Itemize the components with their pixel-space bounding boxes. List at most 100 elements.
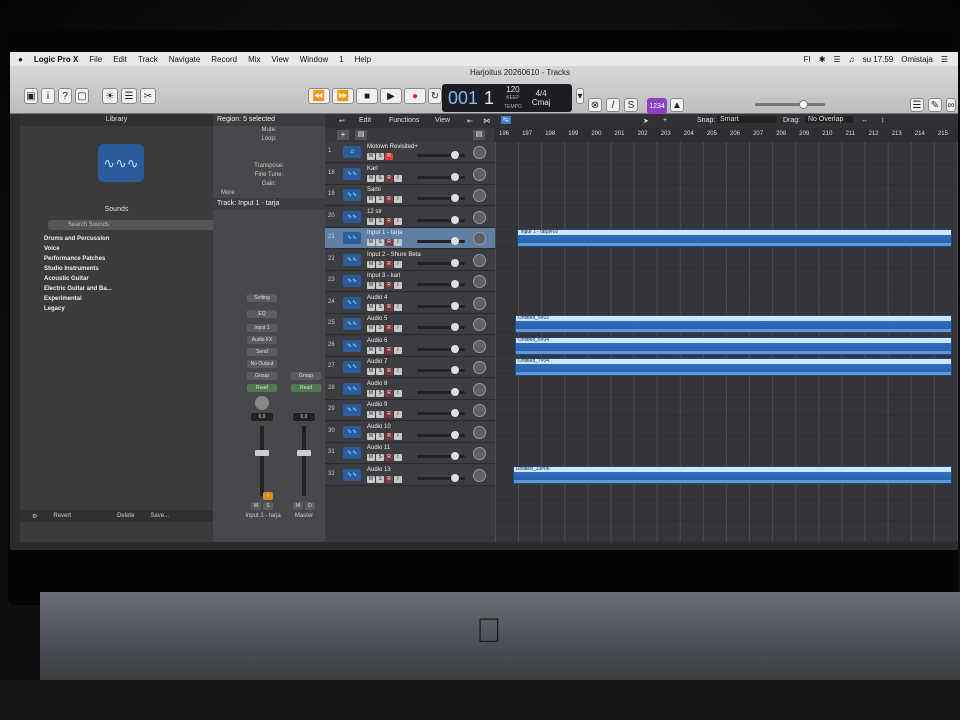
track-record-button[interactable]: R [385, 432, 393, 440]
master-volume-knob[interactable] [799, 100, 808, 109]
track-header[interactable]: 30 ∿∿ Audio 10 M S R I [325, 421, 495, 443]
audio-fx-button[interactable]: Audio FX [247, 336, 277, 344]
track-pan-knob[interactable] [473, 232, 486, 245]
track-volume-slider[interactable] [417, 237, 465, 245]
track-record-button[interactable]: R [385, 411, 393, 418]
pointer-tool-icon[interactable]: ➤ [643, 117, 649, 125]
track-record-button[interactable]: R [385, 303, 393, 311]
loop-browser-button[interactable]: ∞ [946, 98, 956, 112]
track-name[interactable]: Audio 10 [367, 424, 391, 430]
track-pan-knob[interactable] [473, 339, 486, 353]
track-name[interactable]: Input 3 - kari [367, 273, 400, 279]
menu-window[interactable]: Window [300, 55, 328, 64]
channel-fader[interactable] [260, 426, 264, 496]
track-record-button[interactable]: R [385, 389, 393, 397]
wifi-icon[interactable]: ☰ [833, 55, 840, 64]
track-input-monitor-button[interactable]: I [394, 346, 402, 354]
revert-button[interactable]: Revert [53, 513, 71, 519]
track-volume-slider[interactable] [417, 151, 465, 159]
track-record-button[interactable]: R [385, 454, 393, 461]
channel-fader-cap[interactable] [255, 450, 269, 456]
track-input-monitor-button[interactable]: I [394, 368, 402, 375]
track-header[interactable]: 28 ∿∿ Audio 8 MSRI [325, 378, 495, 400]
track-name[interactable]: Sami [367, 187, 381, 193]
track-mute-button[interactable]: M [367, 454, 375, 461]
gain-label[interactable]: Gain: [213, 180, 325, 189]
track-record-button[interactable]: R [385, 475, 393, 483]
eq-button[interactable]: EQ [247, 310, 277, 318]
track-volume-slider[interactable] [417, 473, 465, 482]
list-item[interactable]: Legacy [44, 304, 144, 314]
master-group-button[interactable]: Group [291, 372, 321, 380]
track-header[interactable]: 26 ∿∿ Audio 6 MSRI [325, 335, 495, 357]
list-item[interactable]: Voice [44, 244, 144, 254]
track-volume-knob[interactable] [451, 237, 459, 245]
track-solo-button[interactable]: S [376, 303, 384, 311]
track-solo-button[interactable]: S [376, 196, 384, 203]
track-header[interactable]: 18 ∿∿ Karl M S R I [325, 163, 495, 185]
track-mute-button[interactable]: M [367, 346, 375, 354]
sounds-search-input[interactable]: Search Sounds [48, 220, 226, 230]
track-volume-knob[interactable] [451, 387, 459, 396]
track-volume-slider[interactable] [417, 280, 465, 288]
track-header[interactable]: 22 ∿∿ Input 2 - Shure Beta M S R I [325, 249, 495, 271]
track-volume-knob[interactable] [451, 151, 459, 159]
play-button[interactable]: ▶ [380, 88, 402, 104]
menu-file[interactable]: File [89, 55, 102, 64]
track-mute-button[interactable]: M [367, 260, 375, 268]
menu-help[interactable]: Help [355, 55, 371, 64]
track-volume-knob[interactable] [451, 194, 459, 202]
track-volume-slider[interactable] [417, 409, 465, 417]
track-pan-knob[interactable] [473, 189, 486, 202]
flex-mode-icon[interactable]: ↹ [501, 116, 511, 124]
track-record-button[interactable]: R [385, 217, 393, 225]
smart-controls-button[interactable]: ☀ [102, 88, 118, 104]
volume-icon[interactable]: ♫ [849, 55, 855, 64]
track-mute-button[interactable]: M [367, 411, 375, 418]
metronome-button[interactable]: ▲ [670, 98, 684, 112]
channel-mute-button[interactable]: M [251, 502, 261, 510]
menubar-user[interactable]: Omistaja [901, 55, 933, 64]
list-item[interactable]: Experimental [44, 294, 144, 304]
list-item[interactable]: Performance Patches [44, 254, 144, 264]
track-input-monitor-button[interactable]: I [394, 432, 402, 440]
menu-record[interactable]: Record [211, 55, 237, 64]
track-volume-slider[interactable] [417, 452, 465, 460]
track-name[interactable]: Audio 4 [367, 295, 387, 301]
track-input-monitor-button[interactable]: I [394, 196, 402, 203]
track-header[interactable]: 19 ∿∿ Sami M S R I [325, 185, 495, 206]
track-inspector-header[interactable]: Track: Input 1 - tarja [213, 198, 325, 210]
save-button[interactable]: Save... [150, 513, 169, 519]
cycle-button[interactable]: ↻ [428, 88, 442, 104]
track-record-button[interactable]: R [385, 153, 393, 160]
zoom-horizontal-icon[interactable]: ↔ [861, 117, 868, 124]
track-solo-button[interactable]: S [376, 153, 384, 160]
inspector-button[interactable]: i [41, 88, 55, 104]
track-mute-button[interactable]: M [367, 368, 375, 375]
track-volume-knob[interactable] [451, 344, 459, 353]
track-volume-knob[interactable] [451, 452, 459, 460]
menu-navigate[interactable]: Navigate [169, 55, 201, 64]
track-volume-knob[interactable] [451, 409, 459, 417]
track-volume-slider[interactable] [417, 323, 465, 331]
track-input-monitor-button[interactable]: I [394, 217, 402, 225]
track-solo-button[interactable]: S [376, 325, 384, 332]
list-editors-button[interactable]: ☰ [910, 98, 924, 112]
track-name[interactable]: Audio 6 [367, 338, 387, 344]
audio-region[interactable]: Untitled_6#04 [515, 336, 952, 355]
track-record-button[interactable]: R [385, 196, 393, 203]
track-name[interactable]: Input 1 - tarja [367, 230, 402, 236]
track-mute-button[interactable]: M [367, 389, 375, 397]
track-solo-button[interactable]: S [376, 368, 384, 375]
track-pan-knob[interactable] [473, 382, 486, 396]
track-volume-knob[interactable] [451, 366, 459, 374]
list-item[interactable]: Drums and Percussion [44, 234, 144, 244]
bluetooth-icon[interactable]: ✱ [819, 55, 826, 64]
track-input-monitor-button[interactable]: I [394, 303, 402, 311]
track-record-button[interactable]: R [385, 325, 393, 332]
track-volume-slider[interactable] [417, 366, 465, 374]
track-name[interactable]: Audio 13 [367, 467, 391, 473]
track-volume-knob[interactable] [451, 280, 459, 288]
track-volume-slider[interactable] [417, 344, 465, 353]
track-solo-button[interactable]: S [376, 217, 384, 225]
